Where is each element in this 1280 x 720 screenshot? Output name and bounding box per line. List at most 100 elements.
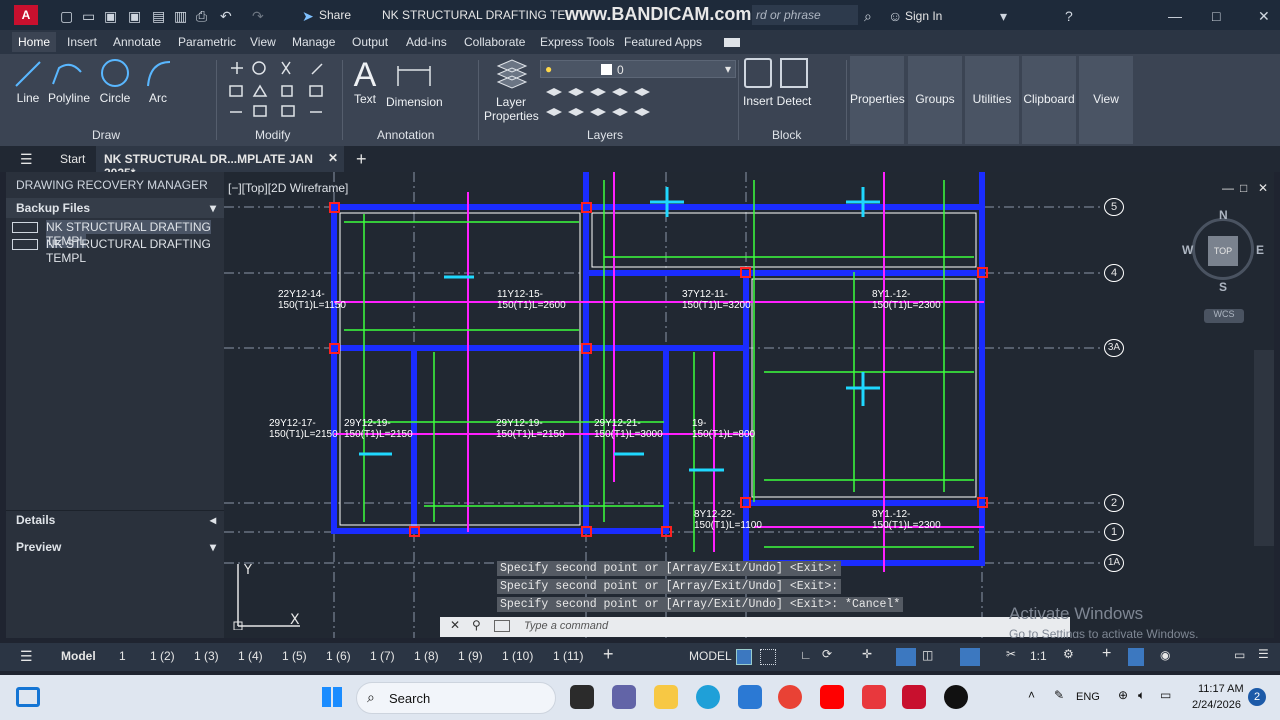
close-command-icon[interactable]: ✕ [450, 618, 460, 632]
layout-tab-model[interactable]: Model [61, 649, 96, 663]
layers-panel-label[interactable]: Layers [587, 128, 623, 142]
print-icon[interactable]: ⎙ [196, 8, 207, 25]
clipboard-button[interactable]: Clipboard [1022, 56, 1076, 144]
layout-tab[interactable]: 1 (6) [326, 649, 351, 663]
annotation-visibility-icon[interactable]: ✂ [1006, 647, 1016, 661]
chevron-up-icon[interactable]: ˄ [1028, 688, 1035, 702]
layout-tab[interactable]: 1 (2) [150, 649, 175, 663]
details-header[interactable]: Details ◂ [6, 510, 224, 534]
share-icon[interactable]: ➤ [302, 8, 314, 25]
user-icon[interactable]: ☺ [888, 8, 902, 24]
snap-icon[interactable] [760, 649, 776, 665]
customize-icon[interactable]: ⚲ [472, 618, 481, 632]
dimension-tool[interactable]: Dimension [386, 58, 443, 109]
viewport-minimize-icon[interactable]: — [1222, 181, 1234, 195]
store-icon[interactable] [738, 685, 762, 709]
ribbon-toggle-icon[interactable] [724, 38, 740, 47]
tab-insert[interactable]: Insert [67, 35, 97, 49]
tab-view[interactable]: View [250, 35, 276, 49]
redo-icon[interactable]: ↷ [252, 8, 264, 25]
scale-readout[interactable]: 1:1 [1030, 649, 1047, 663]
task-view-icon[interactable] [570, 685, 594, 709]
polyline-tool[interactable]: Polyline [46, 58, 92, 105]
ime-icon[interactable]: ✎ [1054, 688, 1064, 702]
chrome-icon[interactable] [778, 685, 802, 709]
tab-current-drawing[interactable]: NK STRUCTURAL DR...MPLATE JAN 2025*✕ [96, 146, 344, 180]
save-as-icon[interactable]: ▣ [128, 8, 141, 25]
tab-parametric[interactable]: Parametric [178, 35, 236, 49]
backup-files-header[interactable]: Backup Files ▾ [6, 198, 224, 218]
groups-button[interactable]: Groups [908, 56, 962, 144]
hardware-accel-icon[interactable] [1128, 648, 1144, 666]
viewcube[interactable]: N W E S TOP [1182, 208, 1264, 294]
navigation-bar[interactable] [1254, 350, 1274, 546]
add-layout-icon[interactable]: + [603, 644, 614, 665]
viewport-close-icon[interactable]: ✕ [1258, 181, 1268, 195]
new-file-icon[interactable]: ▢ [60, 8, 73, 25]
recorder-icon[interactable] [944, 685, 968, 709]
wps-icon[interactable] [862, 685, 886, 709]
layout-tab[interactable]: 1 (9) [458, 649, 483, 663]
web-save-icon[interactable]: ▥ [174, 8, 187, 25]
preview-header[interactable]: Preview ▾ [6, 538, 224, 558]
utilities-button[interactable]: Utilities [965, 56, 1019, 144]
clean-screen-icon[interactable]: ▭ [1234, 648, 1245, 662]
file-explorer-icon[interactable] [654, 685, 678, 709]
tab-addins[interactable]: Add-ins [406, 35, 447, 49]
tab-start[interactable]: Start [60, 152, 85, 166]
start-icon[interactable] [322, 687, 342, 707]
detect-tool[interactable]: Detect [776, 58, 812, 108]
lineweight-icon[interactable] [896, 648, 916, 666]
transparency-icon[interactable]: ◫ [922, 648, 933, 662]
viewport-restore-icon[interactable]: □ [1240, 181, 1247, 195]
modify-tools[interactable] [226, 60, 338, 120]
close-tab-icon[interactable]: ✕ [328, 151, 338, 165]
grid-icon[interactable] [736, 649, 752, 665]
layout-tab[interactable]: 1 (7) [370, 649, 395, 663]
autocad-taskbar-icon[interactable] [902, 685, 926, 709]
command-line[interactable]: ✕ ⚲ Type a command [440, 617, 1070, 637]
help-icon[interactable]: ? [1065, 8, 1073, 24]
properties-button[interactable]: Properties [850, 56, 905, 144]
sign-in-button[interactable]: Sign In [905, 9, 942, 23]
customization-menu-icon[interactable]: ☰ [1258, 647, 1269, 661]
viewcube-top-face[interactable]: TOP [1208, 236, 1238, 266]
cloud-icon[interactable]: ▤ [152, 8, 165, 25]
wcs-button[interactable]: WCS [1204, 309, 1244, 323]
layout-tab[interactable]: 1 (10) [502, 649, 533, 663]
minimize-icon[interactable]: — [1168, 8, 1182, 24]
widgets-icon[interactable] [16, 687, 40, 707]
layout-tab[interactable]: 1 (3) [194, 649, 219, 663]
arc-tool[interactable]: Arc [144, 58, 172, 105]
open-folder-icon[interactable]: ▭ [82, 8, 95, 25]
language-indicator[interactable]: ENG [1076, 691, 1100, 703]
annotation-panel-label[interactable]: Annotation [377, 128, 434, 142]
add-icon[interactable]: + [1102, 645, 1111, 663]
layout-tab[interactable]: 1 (4) [238, 649, 263, 663]
undo-icon[interactable]: ↶ [220, 8, 232, 25]
annotation-scale-icon[interactable] [960, 648, 980, 666]
line-tool[interactable]: Line [12, 58, 44, 105]
tab-manage[interactable]: Manage [292, 35, 335, 49]
insert-block-tool[interactable]: Insert [742, 58, 774, 108]
search-input[interactable]: rd or phrase [752, 5, 858, 25]
maximize-icon[interactable]: □ [1212, 8, 1220, 24]
tab-collaborate[interactable]: Collaborate [464, 35, 525, 49]
model-space-button[interactable]: MODEL [689, 649, 732, 663]
polar-icon[interactable]: ⟳ [822, 647, 832, 661]
tab-annotate[interactable]: Annotate [113, 35, 161, 49]
autocad-logo[interactable]: A [14, 5, 38, 25]
draw-panel-label[interactable]: Draw [92, 128, 120, 142]
layout-tab[interactable]: 1 [119, 649, 126, 663]
backup-file-item[interactable]: NK STRUCTURAL DRAFTING TEMPL [6, 237, 224, 265]
text-tool[interactable]: A Text [350, 58, 380, 106]
circle-tool[interactable]: Circle [98, 58, 132, 105]
command-input[interactable]: Type a command [524, 620, 608, 632]
layer-dropdown[interactable]: ● 0 ▾ [540, 60, 736, 78]
tab-home[interactable]: Home [12, 32, 57, 52]
cart-icon[interactable]: ▾ [1000, 8, 1007, 25]
edge-icon[interactable] [696, 685, 720, 709]
battery-icon[interactable]: ▭ [1160, 688, 1171, 702]
volume-icon[interactable]: 🔈︎ [1138, 688, 1145, 703]
settings-gear-icon[interactable]: ⚙ [1063, 647, 1074, 661]
